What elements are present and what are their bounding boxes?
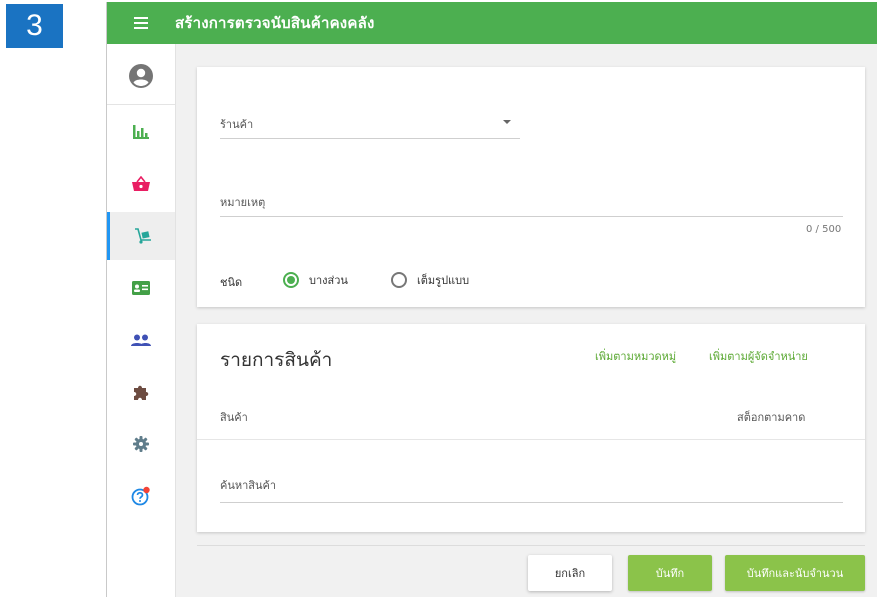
shopping-basket-icon xyxy=(132,176,150,191)
add-by-category-button[interactable]: เพิ่มตามหมวดหมู่ xyxy=(595,347,676,365)
page-title: สร้างการตรวจนับสินค้าคงคลัง xyxy=(175,14,375,32)
note-field[interactable] xyxy=(220,216,843,217)
bar-chart-icon xyxy=(133,125,149,139)
type-option-partial-label: บางส่วน xyxy=(309,274,348,287)
note-field-label: หมายเหตุ xyxy=(220,196,266,209)
top-app-bar: สร้างการตรวจนับสินค้าคงคลัง xyxy=(107,2,877,44)
sidebar-item-addons[interactable] xyxy=(107,368,175,416)
hand-truck-icon xyxy=(134,228,151,244)
footer-divider xyxy=(197,545,865,546)
puzzle-icon xyxy=(134,385,149,400)
type-option-full[interactable]: เต็มรูปแบบ xyxy=(391,271,469,289)
people-icon xyxy=(131,334,151,346)
menu-button[interactable] xyxy=(107,2,175,44)
product-list-card: รายการสินค้า เพิ่มตามหมวดหมู่ เพิ่มตามผู… xyxy=(197,324,865,532)
type-option-full-label: เต็มรูปแบบ xyxy=(417,274,470,287)
app-window: สร้างการตรวจนับสินค้าคงคลัง ร้านค้า หมาย… xyxy=(106,2,877,597)
column-header-product: สินค้า xyxy=(220,411,248,424)
hamburger-menu-icon xyxy=(134,17,148,29)
stock-count-form-card: ร้านค้า หมายเหตุ 0 / 500 ชนิด บางส่วน เต… xyxy=(197,67,865,307)
radio-full[interactable] xyxy=(391,272,407,288)
save-button[interactable]: บันทึก xyxy=(628,555,712,591)
note-char-counter: 0 / 500 xyxy=(806,224,842,235)
save-and-count-button[interactable]: บันทึกและนับจำนวน xyxy=(725,555,865,591)
sidebar-item-help[interactable] xyxy=(107,472,175,520)
sidebar-item-customers[interactable] xyxy=(107,264,175,312)
sidebar-divider xyxy=(107,104,175,105)
cancel-button[interactable]: ยกเลิก xyxy=(528,555,612,591)
radio-checked-dot xyxy=(287,276,295,284)
sidebar-item-employees[interactable] xyxy=(107,316,175,364)
sidebar-item-account[interactable] xyxy=(107,52,175,100)
product-list-title: รายการสินค้า xyxy=(220,349,333,371)
column-header-expected-stock: สต็อกตามคาด xyxy=(737,411,806,424)
product-search-input[interactable]: ค้นหาสินค้า xyxy=(220,476,276,494)
help-icon xyxy=(131,486,150,506)
store-select[interactable] xyxy=(220,138,520,139)
sidebar-item-settings[interactable] xyxy=(107,420,175,468)
store-select-label: ร้านค้า xyxy=(220,118,254,131)
table-header-divider xyxy=(197,439,865,440)
sidebar-item-sales[interactable] xyxy=(107,160,175,208)
product-search-underline xyxy=(220,502,843,503)
store-dropdown-caret-icon[interactable] xyxy=(503,120,511,124)
type-option-partial[interactable]: บางส่วน xyxy=(283,271,348,289)
account-circle-icon xyxy=(129,64,153,88)
step-number-badge: 3 xyxy=(6,4,63,48)
id-card-icon xyxy=(132,281,150,295)
sidebar-nav xyxy=(107,44,176,597)
sidebar-item-reports[interactable] xyxy=(107,108,175,156)
gear-icon xyxy=(133,436,149,452)
radio-partial[interactable] xyxy=(283,272,299,288)
sidebar-item-inventory[interactable] xyxy=(107,212,175,260)
type-label: ชนิด xyxy=(220,276,243,289)
add-by-supplier-button[interactable]: เพิ่มตามผู้จัดจำหน่าย xyxy=(709,347,808,365)
